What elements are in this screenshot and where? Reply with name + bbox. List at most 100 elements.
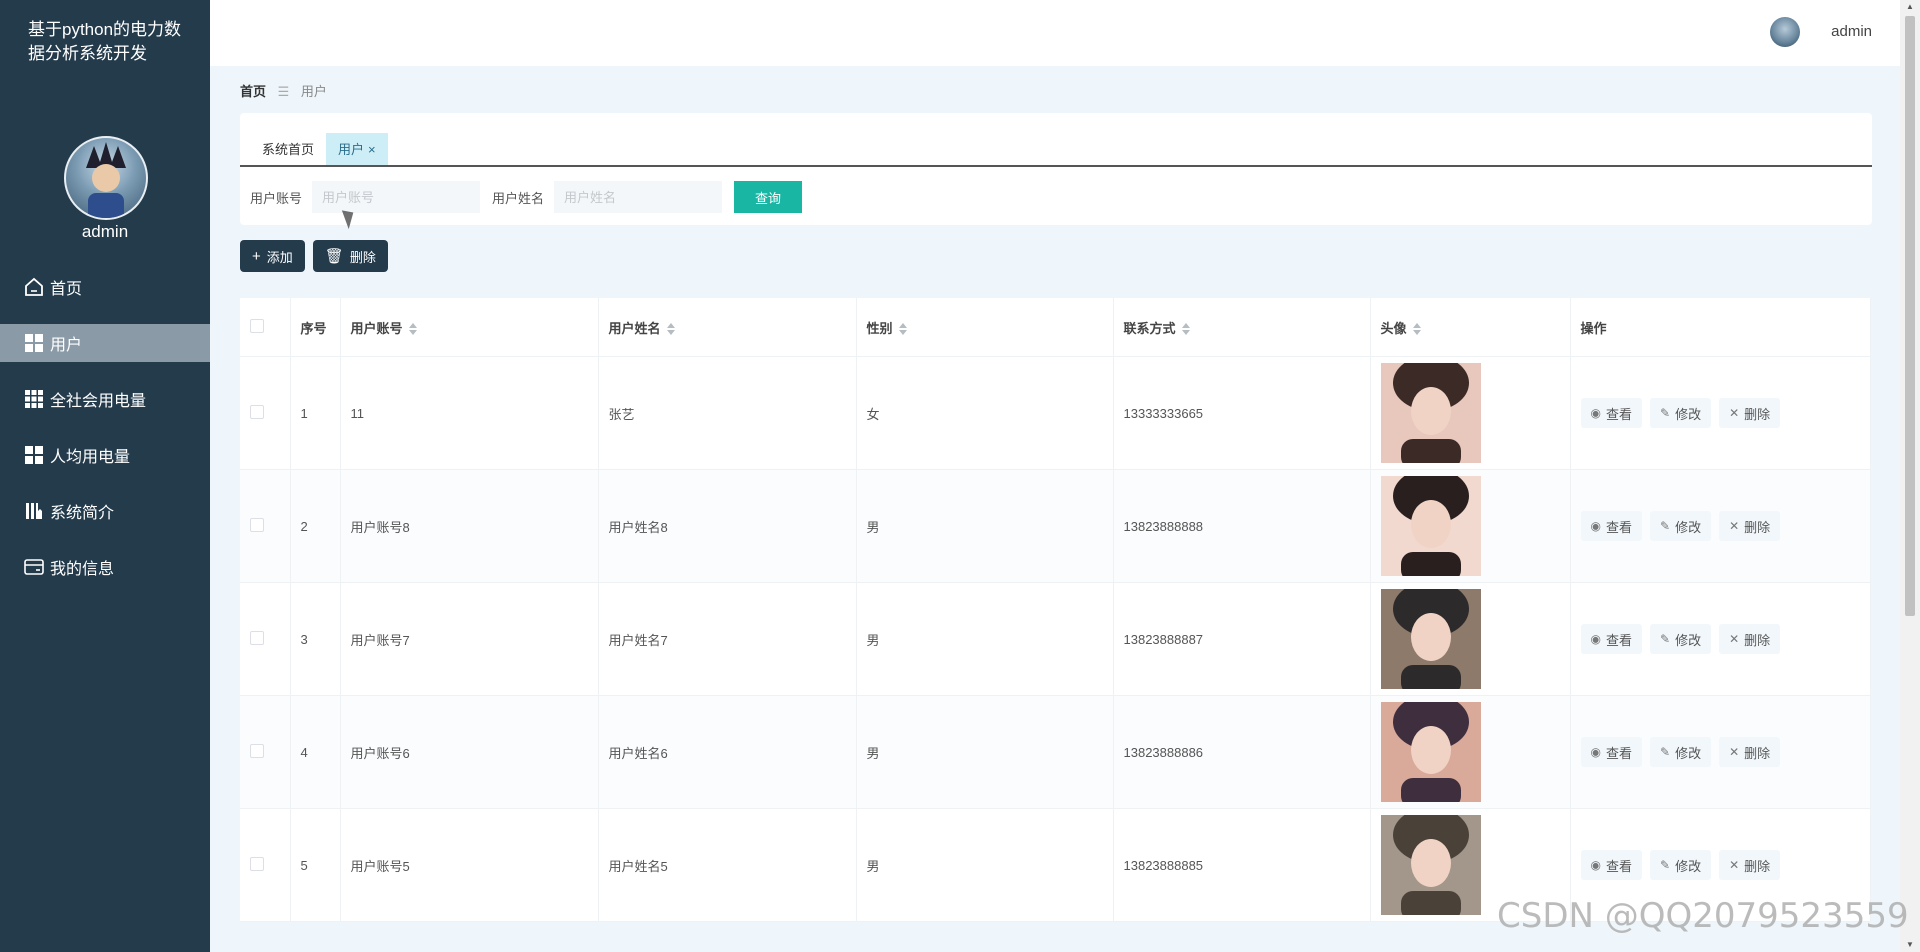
- sidebar-username: admin: [81, 222, 129, 241]
- scroll-up-icon[interactable]: ▲: [1905, 2, 1915, 12]
- close-icon: ✕: [1729, 745, 1740, 759]
- page-scrollbar[interactable]: ▲ ▼: [1900, 0, 1920, 952]
- avatar[interactable]: [64, 136, 148, 220]
- account-search-input[interactable]: [312, 181, 481, 213]
- edit-button[interactable]: ✎ 修改: [1650, 850, 1712, 880]
- sidebar: 基于python的电力数据分析系统开发 admin 首页 用户 全社会用电量 人…: [0, 0, 210, 952]
- row-select-cell[interactable]: [240, 695, 291, 809]
- sidebar-item-home[interactable]: 首页: [0, 268, 210, 306]
- select-all-cell[interactable]: [240, 298, 291, 357]
- cell-index: 5: [290, 808, 341, 922]
- row-checkbox[interactable]: [250, 517, 264, 532]
- row-select-cell[interactable]: [240, 356, 291, 470]
- action-row: + 添加 🗑 删除: [240, 240, 396, 272]
- view-button[interactable]: ◉ 查看: [1580, 398, 1642, 428]
- user-photo[interactable]: [1380, 815, 1481, 915]
- delete-button[interactable]: ✕ 删除: [1719, 850, 1781, 880]
- delete-button[interactable]: ✕ 删除: [1719, 624, 1781, 654]
- sort-icon[interactable]: [1412, 323, 1421, 336]
- bulk-delete-button[interactable]: 🗑 删除: [312, 240, 388, 272]
- col-gender[interactable]: 性别: [856, 298, 1114, 357]
- cell-index: 2: [290, 469, 341, 583]
- table-row: 3 用户账号7 用户姓名7 男 13823888887 ◉ 查看 ✎ 修改 ✕ 删除: [240, 582, 1871, 696]
- cell-name: 用户姓名6: [598, 695, 857, 809]
- scrollbar-thumb[interactable]: [1905, 16, 1915, 616]
- edit-label: 修改: [1675, 519, 1702, 535]
- user-photo[interactable]: [1380, 476, 1481, 576]
- view-button[interactable]: ◉ 查看: [1580, 737, 1642, 767]
- breadcrumb-home[interactable]: 首页: [240, 84, 266, 99]
- card-icon: [24, 557, 44, 577]
- app-title: 基于python的电力数据分析系统开发: [28, 20, 182, 63]
- sidebar-item-users[interactable]: 用户: [0, 324, 210, 362]
- row-select-cell[interactable]: [240, 469, 291, 583]
- cell-avatar: [1370, 469, 1571, 583]
- edit-label: 修改: [1675, 745, 1702, 761]
- edit-button[interactable]: ✎ 修改: [1650, 398, 1712, 428]
- delete-button[interactable]: ✕ 删除: [1719, 511, 1781, 541]
- cell-phone: 13333333665: [1113, 356, 1371, 470]
- edit-button[interactable]: ✎ 修改: [1650, 737, 1712, 767]
- users-table: 序号 用户账号 用户姓名 性别 联系方式 头像 操作 1 11 张艺女 1333333…: [240, 298, 1871, 922]
- sidebar-item-my-info[interactable]: 我的信息: [0, 548, 210, 586]
- sidebar-item-system-intro[interactable]: 系统简介: [0, 492, 210, 530]
- header-avatar[interactable]: [1770, 17, 1800, 47]
- user-photo[interactable]: [1380, 589, 1481, 689]
- view-button[interactable]: ◉ 查看: [1580, 624, 1642, 654]
- view-label: 查看: [1605, 632, 1632, 648]
- col-phone[interactable]: 联系方式: [1113, 298, 1371, 357]
- row-checkbox[interactable]: [250, 743, 264, 758]
- sort-icon[interactable]: [408, 323, 417, 336]
- sidebar-item-total-power[interactable]: 全社会用电量: [0, 380, 210, 418]
- add-button[interactable]: + 添加: [240, 240, 305, 272]
- cell-avatar: [1370, 582, 1571, 696]
- sidebar-menu: 首页 用户 全社会用电量 人均用电量 系统简介 我的信息: [0, 268, 210, 604]
- row-checkbox[interactable]: [250, 630, 264, 645]
- delete-button[interactable]: ✕ 删除: [1719, 737, 1781, 767]
- close-icon: ✕: [1729, 632, 1740, 646]
- delete-button[interactable]: ✕ 删除: [1719, 398, 1781, 428]
- scroll-down-icon[interactable]: ▼: [1905, 940, 1915, 950]
- grid-icon: [24, 445, 44, 465]
- view-label: 查看: [1605, 519, 1632, 535]
- trash-icon: 🗑: [324, 248, 344, 265]
- edit-button[interactable]: ✎ 修改: [1650, 511, 1712, 541]
- cell-name: 用户姓名5: [598, 808, 857, 922]
- close-icon[interactable]: ×: [368, 142, 376, 157]
- user-photo[interactable]: [1380, 702, 1481, 802]
- edit-button[interactable]: ✎ 修改: [1650, 624, 1712, 654]
- sidebar-item-label: 人均用电量: [50, 449, 131, 466]
- row-checkbox[interactable]: [250, 404, 264, 419]
- edit-icon: ✎: [1660, 406, 1671, 420]
- col-name[interactable]: 用户姓名: [598, 298, 857, 357]
- row-select-cell[interactable]: [240, 582, 291, 696]
- tab-users[interactable]: 用户 ×: [326, 133, 388, 165]
- row-select-cell[interactable]: [240, 808, 291, 922]
- col-account[interactable]: 用户账号: [340, 298, 599, 357]
- edit-label: 修改: [1675, 632, 1702, 648]
- cell-ops: ◉ 查看 ✎ 修改 ✕ 删除: [1570, 695, 1871, 809]
- eye-icon: ◉: [1590, 858, 1601, 872]
- cell-gender: 男: [856, 582, 1114, 696]
- sort-icon[interactable]: [666, 323, 675, 336]
- view-button[interactable]: ◉ 查看: [1580, 511, 1642, 541]
- name-search-input[interactable]: [554, 181, 723, 213]
- tab-system-home[interactable]: 系统首页: [250, 133, 326, 165]
- col-avatar[interactable]: 头像: [1370, 298, 1571, 357]
- sort-icon[interactable]: [1181, 323, 1190, 336]
- select-all-checkbox[interactable]: [250, 318, 264, 333]
- cell-ops: ◉ 查看 ✎ 修改 ✕ 删除: [1570, 469, 1871, 583]
- row-checkbox[interactable]: [250, 856, 264, 871]
- cell-ops: ◉ 查看 ✎ 修改 ✕ 删除: [1570, 582, 1871, 696]
- cell-avatar: [1370, 695, 1571, 809]
- delete-label: 删除: [1744, 406, 1771, 422]
- sidebar-item-per-capita-power[interactable]: 人均用电量: [0, 436, 210, 474]
- cell-ops: ◉ 查看 ✎ 修改 ✕ 删除: [1570, 356, 1871, 470]
- view-button[interactable]: ◉ 查看: [1580, 850, 1642, 880]
- user-photo[interactable]: [1380, 363, 1481, 463]
- query-button[interactable]: 查询: [734, 181, 803, 213]
- sort-icon[interactable]: [898, 323, 907, 336]
- view-label: 查看: [1605, 858, 1632, 874]
- view-label: 查看: [1605, 745, 1632, 761]
- header-username[interactable]: admin: [1831, 23, 1872, 40]
